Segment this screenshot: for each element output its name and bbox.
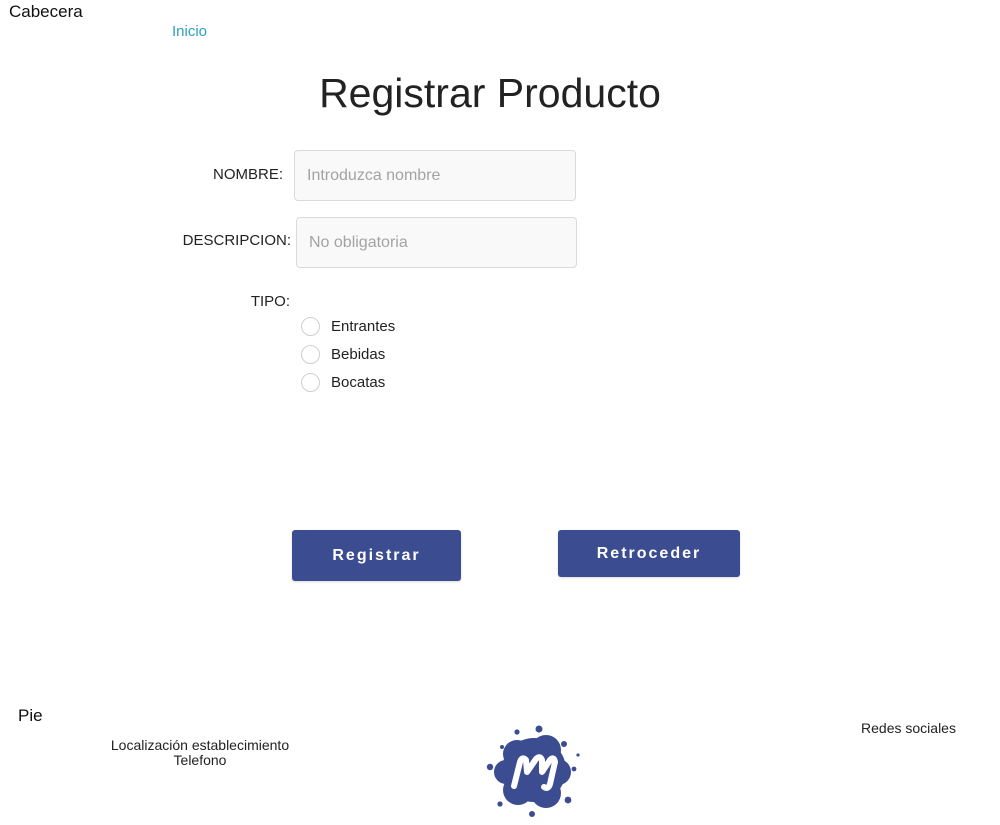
radio-option-bebidas[interactable]: Bebidas — [301, 342, 395, 366]
descripcion-input[interactable] — [296, 217, 577, 268]
footer-phone: Telefono — [173, 752, 227, 768]
page-title: Registrar Producto — [319, 70, 661, 116]
retroceder-button[interactable]: Retroceder — [558, 530, 740, 577]
registrar-button[interactable]: Registrar — [292, 530, 461, 581]
tipo-label: TIPO: — [250, 293, 290, 310]
nombre-input[interactable] — [294, 150, 576, 201]
radio-button[interactable] — [301, 344, 320, 364]
tipo-radio-group: Entrantes Bebidas Bocatas — [301, 314, 395, 394]
header-label: Cabecera — [9, 2, 83, 21]
nombre-label: NOMBRE: — [212, 166, 283, 183]
radio-option-bocatas[interactable]: Bocatas — [301, 370, 395, 394]
footer-social: Redes sociales — [861, 720, 956, 736]
footer-location: Localización establecimiento — [110, 737, 290, 753]
radio-button[interactable] — [301, 372, 320, 392]
radio-option-entrantes[interactable]: Entrantes — [301, 314, 395, 338]
meetup-logo-icon — [484, 720, 584, 820]
nav-link-inicio[interactable]: Inicio — [172, 23, 207, 40]
descripcion-label: DESCRIPCION: — [182, 232, 291, 249]
radio-label: Bebidas — [331, 345, 386, 363]
footer-label: Pie — [18, 706, 43, 725]
radio-button[interactable] — [301, 316, 320, 336]
radio-label: Bocatas — [331, 373, 386, 391]
radio-label: Entrantes — [331, 317, 396, 335]
